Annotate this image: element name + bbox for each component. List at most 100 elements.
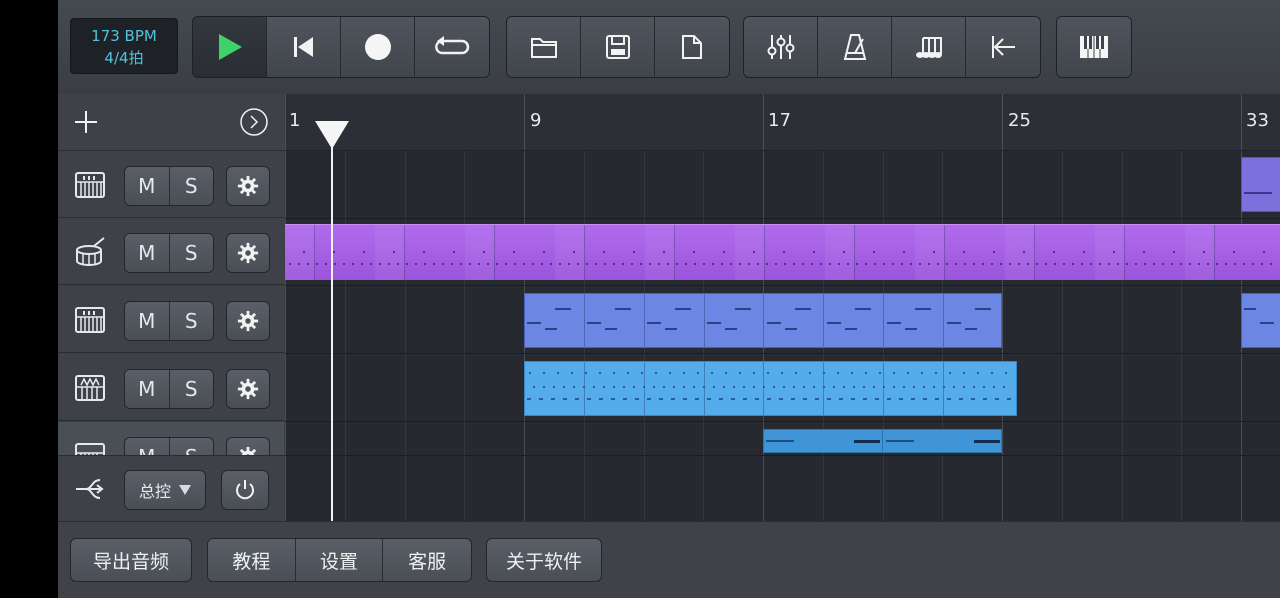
gear-icon bbox=[237, 310, 259, 332]
metronome-icon bbox=[843, 34, 866, 60]
ruler-label: 9 bbox=[530, 110, 542, 131]
ruler-label: 1 bbox=[289, 110, 301, 131]
timeline-ruler[interactable]: 1 9 17 25 33 bbox=[285, 94, 1280, 151]
track-row: M S bbox=[58, 218, 284, 285]
loop-icon bbox=[435, 36, 470, 55]
mute-button[interactable]: M bbox=[125, 167, 170, 205]
mute-button[interactable]: M bbox=[125, 438, 170, 455]
export-audio-button[interactable]: 导出音频 bbox=[70, 538, 192, 582]
tools-group bbox=[743, 16, 1041, 78]
file-group bbox=[506, 16, 730, 78]
track1-clip[interactable] bbox=[1241, 157, 1280, 212]
power-icon bbox=[236, 480, 254, 500]
add-track-button[interactable] bbox=[70, 106, 102, 138]
mixer-icon bbox=[767, 35, 794, 59]
note-button[interactable] bbox=[892, 17, 966, 77]
track4-clip[interactable] bbox=[524, 361, 1017, 416]
track-settings-button[interactable] bbox=[226, 437, 270, 455]
expand-button[interactable] bbox=[238, 106, 270, 138]
open-button[interactable] bbox=[507, 17, 581, 77]
bottom-bar: 导出音频 教程 设置 客服 关于软件 bbox=[58, 521, 1280, 598]
return-to-start-button[interactable] bbox=[966, 17, 1040, 77]
loop-button[interactable] bbox=[415, 17, 489, 77]
master-select-label: 总控 bbox=[138, 482, 171, 501]
gear-icon bbox=[237, 242, 259, 264]
gear-icon bbox=[237, 175, 259, 197]
solo-button[interactable]: S bbox=[169, 370, 213, 408]
chevron-right-icon bbox=[240, 108, 268, 136]
skip-to-start-button[interactable] bbox=[267, 17, 341, 77]
settings-button[interactable]: 设置 bbox=[295, 539, 384, 581]
mute-solo-group: M S bbox=[124, 301, 214, 341]
help-group: 教程 设置 客服 bbox=[207, 538, 472, 582]
plus-icon bbox=[75, 111, 97, 133]
piano-button[interactable] bbox=[1057, 17, 1131, 77]
mute-solo-group: M S bbox=[124, 369, 214, 409]
gear-icon bbox=[237, 378, 259, 400]
music-note-icon bbox=[915, 37, 942, 58]
metronome-button[interactable] bbox=[818, 17, 892, 77]
master-power-button[interactable] bbox=[221, 470, 269, 510]
track5-clip[interactable] bbox=[763, 429, 1002, 453]
track-settings-button[interactable] bbox=[226, 166, 270, 206]
tempo-display[interactable]: 173 BPM 4/4拍 bbox=[70, 18, 178, 74]
skip-to-start-icon bbox=[293, 37, 313, 57]
track-controls: M S M S M S M S bbox=[58, 151, 284, 455]
routing-icon bbox=[76, 479, 104, 499]
open-folder-icon bbox=[530, 38, 557, 58]
mute-solo-group: M S bbox=[124, 233, 214, 273]
keyboard-icon bbox=[75, 443, 105, 455]
drum-icon bbox=[76, 237, 105, 266]
track-settings-button[interactable] bbox=[226, 301, 270, 341]
chevron-down-icon bbox=[179, 485, 191, 495]
save-icon bbox=[605, 35, 630, 59]
return-to-start-icon bbox=[992, 36, 1015, 58]
playhead-marker[interactable] bbox=[315, 121, 349, 149]
daw-app: 173 BPM 4/4拍 1 9 17 25 33 M S M S M S M … bbox=[58, 0, 1280, 598]
mute-button[interactable]: M bbox=[125, 302, 170, 340]
new-file-icon bbox=[682, 35, 702, 59]
ruler-label: 33 bbox=[1246, 110, 1269, 131]
track-settings-button[interactable] bbox=[226, 369, 270, 409]
solo-button[interactable]: S bbox=[169, 167, 213, 205]
track-row: M S bbox=[58, 151, 284, 218]
solo-button[interactable]: S bbox=[169, 234, 213, 272]
record-button[interactable] bbox=[341, 17, 415, 77]
track3-clip[interactable] bbox=[1241, 293, 1280, 348]
new-file-button[interactable] bbox=[655, 17, 729, 77]
about-button[interactable]: 关于软件 bbox=[486, 538, 602, 582]
piano-group bbox=[1056, 16, 1132, 78]
track-row: M S bbox=[58, 422, 284, 455]
mute-button[interactable]: M bbox=[125, 234, 170, 272]
tempo-value: 173 BPM bbox=[91, 27, 157, 45]
arrangement-area[interactable] bbox=[285, 151, 1280, 521]
record-icon bbox=[364, 34, 391, 60]
track-list-header bbox=[58, 94, 284, 151]
save-button[interactable] bbox=[581, 17, 655, 77]
ruler-label: 25 bbox=[1008, 110, 1031, 131]
keyboard-icon bbox=[75, 172, 105, 198]
tutorial-button[interactable]: 教程 bbox=[208, 539, 296, 581]
piano-keys-icon bbox=[1080, 36, 1108, 58]
ruler-label: 17 bbox=[768, 110, 791, 131]
keyboard-icon bbox=[75, 307, 105, 333]
play-button[interactable] bbox=[193, 17, 267, 77]
mixer-button[interactable] bbox=[744, 17, 818, 77]
gear-icon bbox=[239, 446, 257, 455]
master-row: 总控 bbox=[58, 455, 284, 522]
top-toolbar: 173 BPM 4/4拍 bbox=[58, 0, 1280, 94]
solo-button[interactable]: S bbox=[169, 302, 213, 340]
play-icon bbox=[218, 34, 242, 60]
mute-button[interactable]: M bbox=[125, 370, 170, 408]
synth-icon bbox=[75, 375, 105, 401]
track3-clip[interactable] bbox=[524, 293, 1002, 348]
track2-clip[interactable] bbox=[285, 224, 1280, 280]
support-button[interactable]: 客服 bbox=[383, 539, 471, 581]
solo-button[interactable]: S bbox=[169, 438, 213, 455]
track-row: M S bbox=[58, 286, 284, 353]
playhead-line[interactable] bbox=[331, 121, 333, 521]
track-settings-button[interactable] bbox=[226, 233, 270, 273]
master-select[interactable]: 总控 bbox=[124, 470, 206, 510]
transport-group bbox=[192, 16, 490, 78]
mute-solo-group: M S bbox=[124, 437, 214, 455]
